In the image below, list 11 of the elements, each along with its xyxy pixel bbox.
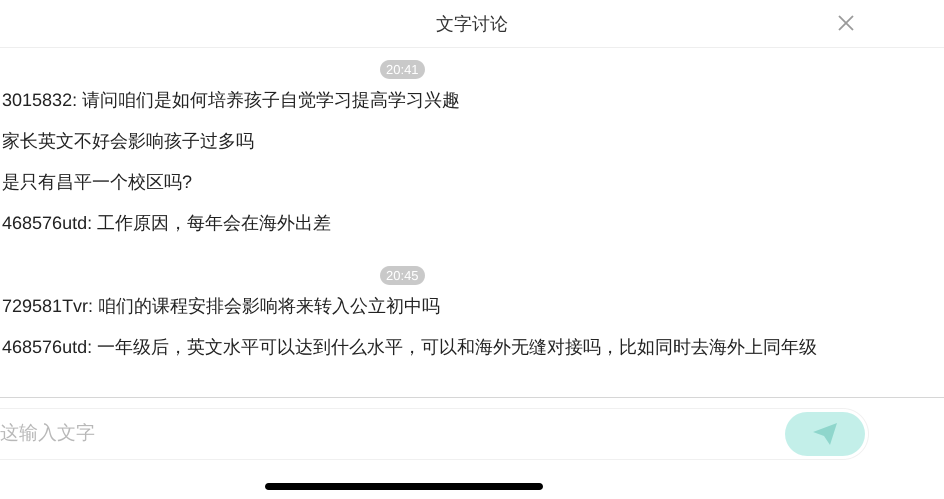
- chat-message: 468576utd: 一年级后，英文水平可以达到什么水平，可以和海外无缝对接吗，比如同时去海外上同年级: [1, 336, 818, 359]
- input-field[interactable]: 这输入文字: [0, 408, 869, 460]
- chat-message: 3015832: 请问咱们是如何培养孩子自觉学习提高学习兴趣: [1, 89, 462, 112]
- paper-plane-icon: [812, 422, 838, 446]
- chat-message: 729581Tvr: 咱们的课程安排会影响将来转入公立初中吗: [1, 295, 442, 318]
- header-title: 文字讨论: [436, 12, 508, 36]
- message-input[interactable]: 这输入文字: [0, 423, 785, 445]
- chat-message: 是只有昌平一个校区吗?: [1, 171, 194, 194]
- close-icon[interactable]: [836, 13, 856, 33]
- chat-message: 家长英文不好会影响孩子过多吗: [1, 130, 255, 153]
- chat-message: 468576utd: 工作原因，每年会在海外出差: [1, 212, 332, 235]
